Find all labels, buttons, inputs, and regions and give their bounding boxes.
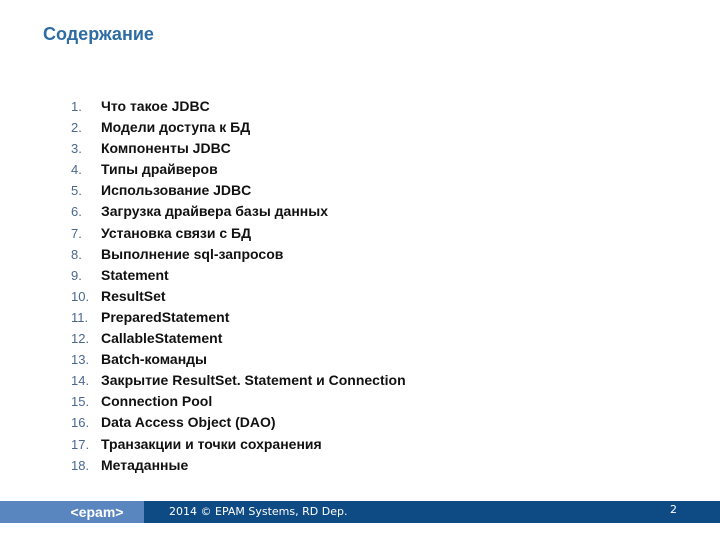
item-number: 11. <box>71 309 89 325</box>
item-number: 12. <box>71 331 90 347</box>
item-text: Закрытие ResultSet. Statement и Connecti… <box>101 372 406 389</box>
item-number: 5. <box>71 183 82 199</box>
list-item: 15. Connection Pool <box>60 391 406 412</box>
item-text: ResultSet <box>101 287 166 304</box>
item-number: 8. <box>71 246 82 262</box>
item-number: 6. <box>71 204 82 220</box>
item-text: Выполнение sql-запросов <box>101 245 284 262</box>
list-item: 2. Модели доступа к БД <box>60 117 406 138</box>
list-item: 6. Загрузка драйвера базы данных <box>60 201 406 222</box>
item-text: Statement <box>101 266 169 283</box>
item-number: 4. <box>71 162 82 178</box>
item-text: Модели доступа к БД <box>101 119 251 136</box>
item-number: 13. <box>71 352 90 368</box>
list-item: 8. Выполнение sql-запросов <box>60 244 406 265</box>
list-item: 16. Data Access Object (DAO) <box>60 412 406 433</box>
list-item: 5. Использование JDBC <box>60 180 406 201</box>
item-number: 7. <box>71 225 82 241</box>
contents-list: 1. Что такое JDBC 2. Модели доступа к БД 3. К… <box>60 96 406 476</box>
list-item: 11. PreparedStatement <box>60 307 406 328</box>
item-text: PreparedStatement <box>101 308 230 325</box>
item-number: 10. <box>71 288 90 304</box>
list-item: 12. CallableStatement <box>60 328 406 349</box>
item-text: Data Access Object (DAO) <box>101 414 276 431</box>
list-item: 10. ResultSet <box>60 286 406 307</box>
list-item: 1. Что такое JDBC <box>60 96 406 117</box>
item-number: 16. <box>71 415 90 431</box>
copyright-text: 2014 © EPAM Systems, RD Dep. <box>169 505 348 518</box>
item-text: Connection Pool <box>101 393 213 410</box>
list-item: 7. Установка связи с БД <box>60 223 406 244</box>
list-item: 13. Batch-команды <box>60 349 406 370</box>
list-item: 17. Транзакции и точки сохранения <box>60 434 406 455</box>
item-number: 17. <box>71 436 90 452</box>
item-number: 18. <box>71 457 90 473</box>
item-number: 3. <box>71 141 82 157</box>
list-item: 3. Компоненты JDBC <box>60 138 406 159</box>
list-item: 4. Типы драйверов <box>60 159 406 180</box>
list-item: 9. Statement <box>60 265 406 286</box>
item-text: CallableStatement <box>101 330 223 347</box>
item-text: Загрузка драйвера базы данных <box>101 203 329 220</box>
item-text: Компоненты JDBC <box>101 140 231 157</box>
epam-logo: <epam> <box>0 501 144 523</box>
item-text: Batch-команды <box>101 351 208 368</box>
item-number: 1. <box>71 99 82 114</box>
footer-bar: <epam> 2014 © EPAM Systems, RD Dep. 2 <box>0 501 720 523</box>
item-text: Метаданные <box>101 456 189 473</box>
item-text: Использование JDBC <box>101 182 252 199</box>
page-number: 2 <box>670 503 677 516</box>
item-text: Установка связи с БД <box>101 224 252 241</box>
item-number: 15. <box>71 394 90 410</box>
item-number: 2. <box>71 120 82 136</box>
slide-title: Содержание <box>43 24 154 44</box>
item-text: Типы драйверов <box>101 161 218 178</box>
item-number: 9. <box>71 267 82 283</box>
list-item: 14. Закрытие ResultSet. Statement и Conne… <box>60 370 406 391</box>
item-text: Что такое JDBC <box>101 98 210 114</box>
item-text: Транзакции и точки сохранения <box>101 435 322 452</box>
list-item: 18. Метаданные <box>60 455 406 476</box>
item-number: 14. <box>71 373 90 389</box>
